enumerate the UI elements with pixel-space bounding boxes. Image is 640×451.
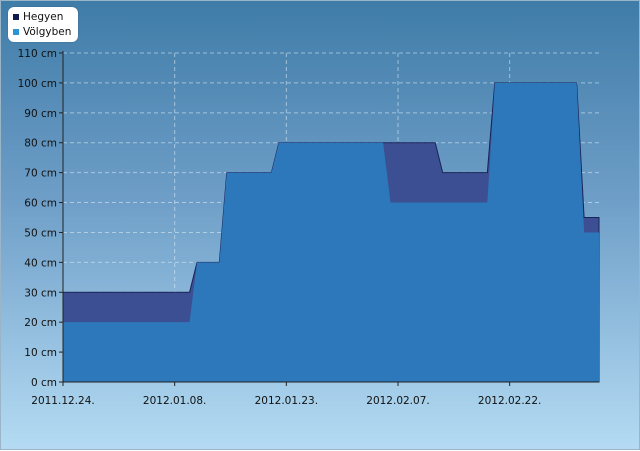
legend-swatch-hegyen bbox=[13, 13, 19, 20]
y-tick-label: 60 cm bbox=[24, 198, 57, 210]
y-tick-label: 80 cm bbox=[24, 138, 57, 150]
legend-item-hegyen: Hegyen bbox=[13, 9, 71, 24]
y-tick-label: 10 cm bbox=[24, 347, 57, 359]
legend-label-hegyen: Hegyen bbox=[23, 10, 64, 23]
y-tick-label: 110 cm bbox=[18, 48, 57, 60]
legend-label-volgyben: Völgyben bbox=[23, 25, 72, 38]
y-tick-label: 40 cm bbox=[24, 257, 57, 269]
x-tick-label: 2012.01.08. bbox=[143, 395, 206, 407]
area-chart: 0 cm 10 cm 20 cm 30 cm 40 cm 50 cm 60 cm 70 cm 8… bbox=[18, 48, 600, 407]
x-tick-label: 2011.12.24. bbox=[31, 395, 94, 407]
x-tick-label: 2012.01.23. bbox=[255, 395, 318, 407]
y-tick-label: 70 cm bbox=[24, 168, 57, 180]
legend-item-volgyben: Völgyben bbox=[13, 24, 71, 39]
y-tick-label: 50 cm bbox=[24, 227, 57, 239]
y-tick-label: 90 cm bbox=[24, 108, 57, 120]
x-tick-label: 2012.02.07. bbox=[366, 395, 429, 407]
y-tick-label: 20 cm bbox=[24, 317, 57, 329]
legend: Hegyen Völgyben bbox=[8, 7, 79, 42]
legend-swatch-volgyben bbox=[13, 28, 19, 35]
chart-container: 0 cm 10 cm 20 cm 30 cm 40 cm 50 cm 60 cm 70 cm 8… bbox=[0, 0, 640, 450]
y-tick-label: 30 cm bbox=[24, 287, 57, 299]
y-tick-label: 100 cm bbox=[18, 78, 57, 90]
x-tick-label: 2012.02.22. bbox=[478, 395, 541, 407]
y-tick-label: 0 cm bbox=[31, 377, 57, 389]
